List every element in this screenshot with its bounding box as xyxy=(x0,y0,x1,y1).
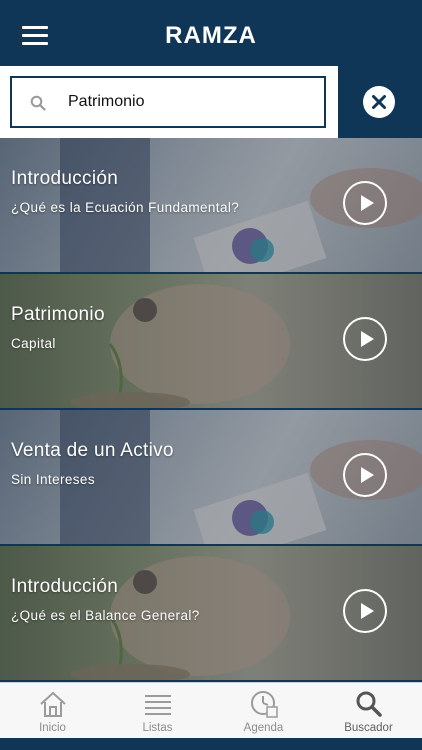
clock-calendar-icon xyxy=(251,691,278,718)
search-icon xyxy=(356,691,382,717)
tab-label: Inicio xyxy=(39,722,66,734)
item-title: Introducción xyxy=(11,576,119,597)
bottom-strip xyxy=(0,738,422,750)
top-bar: RAMZA xyxy=(0,0,422,66)
search-input[interactable] xyxy=(68,90,308,114)
play-icon[interactable] xyxy=(343,317,387,361)
tab-listas[interactable]: Listas xyxy=(105,683,210,739)
home-icon xyxy=(40,691,66,717)
tab-label: Listas xyxy=(142,722,173,734)
play-icon[interactable] xyxy=(343,453,387,497)
tab-agenda[interactable]: Agenda xyxy=(211,683,316,739)
tab-buscador[interactable]: Buscador xyxy=(316,683,421,739)
list-item[interactable]: Introducción ¿Qué es la Ecuación Fundame… xyxy=(0,138,422,272)
list-item[interactable]: Patrimonio Capital xyxy=(0,274,422,408)
search-bar xyxy=(0,66,422,138)
search-icon xyxy=(30,95,46,111)
item-subtitle: ¿Qué es el Balance General? xyxy=(11,608,200,623)
app-title: RAMZA xyxy=(165,22,257,49)
search-container xyxy=(0,66,338,138)
results-list: Introducción ¿Qué es la Ecuación Fundame… xyxy=(0,138,422,682)
search-field[interactable] xyxy=(10,76,326,128)
item-title: Patrimonio xyxy=(11,304,105,325)
item-title: Venta de un Activo xyxy=(11,440,174,461)
tab-bar: Inicio Listas Agenda Buscador xyxy=(0,682,422,739)
item-subtitle: Capital xyxy=(11,336,56,351)
tab-label: Agenda xyxy=(243,722,284,734)
item-title: Introducción xyxy=(11,168,119,189)
play-icon[interactable] xyxy=(343,589,387,633)
play-icon[interactable] xyxy=(343,181,387,225)
close-icon[interactable] xyxy=(363,86,395,118)
list-item[interactable]: Venta de un Activo Sin Intereses xyxy=(0,410,422,544)
list-item[interactable]: Introducción ¿Qué es el Balance General? xyxy=(0,546,422,680)
tab-label: Buscador xyxy=(344,722,393,734)
item-subtitle: ¿Qué es la Ecuación Fundamental? xyxy=(11,200,240,215)
list-icon xyxy=(145,695,171,715)
item-subtitle: Sin Intereses xyxy=(11,472,95,487)
tab-inicio[interactable]: Inicio xyxy=(0,683,105,739)
